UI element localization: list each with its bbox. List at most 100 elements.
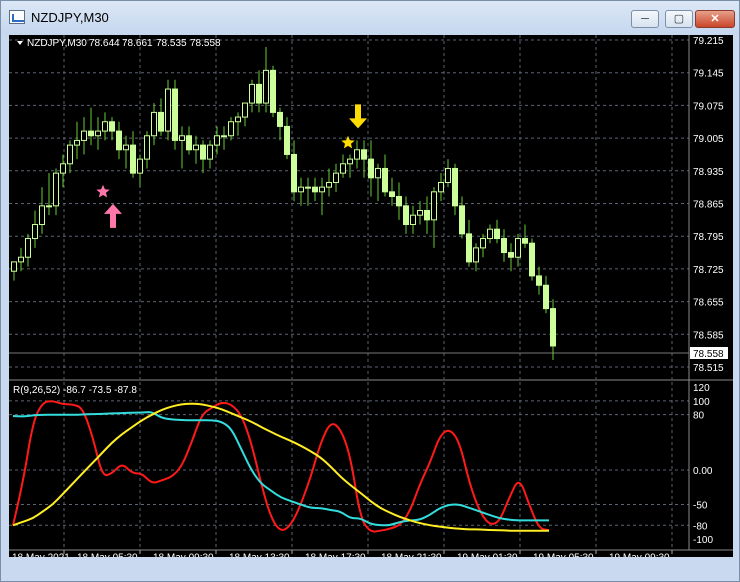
price-axis-label: 78.655 [693,298,724,309]
time-axis-label: 18 May 21:30 [381,552,442,557]
candle [382,154,388,197]
price-axis-label: 78.725 [693,265,724,276]
candle [389,177,395,206]
bull-candle-body [333,172,339,183]
candle [333,163,339,192]
chart-low: 78.535 [156,38,187,49]
candle [277,107,283,141]
bear-candle-body [403,205,409,226]
bear-candle-body [382,167,388,193]
bear-candle-body [550,308,556,347]
price-axis-label: 79.075 [693,101,724,112]
candle [179,126,185,169]
candle [256,70,262,113]
chart-close: 78.558 [190,38,221,49]
candle [228,117,234,141]
bull-candle-body [417,210,423,216]
candle [25,233,31,267]
bull-candle-body [39,205,45,226]
chart-window-icon [9,10,25,24]
bull-candle-body [18,256,24,263]
bear-candle-body [172,88,178,141]
chart-open: 78.644 [89,38,120,49]
title-bar[interactable]: NZDJPY,M30 ─ ▢ ✕ [1,1,739,35]
candle [543,275,549,314]
candle [144,131,150,169]
price-axis-label: 79.215 [693,36,724,47]
chart-svg[interactable]: NZDJPY,M30 78.644 78.661 78.535 78.558 R… [9,35,733,557]
candle [60,154,66,188]
price-axis-label: 79.005 [693,134,724,145]
bull-candle-body [193,144,199,151]
indicator-header: R(9,26,52) -86.7 -73.5 -87.8 [13,385,137,396]
candle [438,173,444,202]
bull-candle-body [221,135,227,138]
bull-candle-body [32,224,38,240]
candle [347,154,353,178]
bull-candle-body [81,130,87,141]
dropdown-triangle-icon[interactable] [17,41,23,45]
candle [88,107,94,146]
bull-candle-body [235,116,241,123]
bull-candle-body [242,102,248,118]
indicator-axis-label: 0.00 [693,466,713,477]
candle [459,196,465,239]
bull-candle-body [11,261,17,272]
candle [46,173,52,216]
bull-candle-body [375,167,381,179]
bull-candle-body [228,121,234,137]
bull-candle-body [410,214,416,226]
candle [340,154,346,178]
candle [200,140,206,174]
bull-candle-body [67,144,73,165]
bear-candle-body [494,228,500,240]
candle [312,177,318,202]
candle [424,196,430,234]
bull-candle-body [347,158,353,165]
price-axis-label: 78.585 [693,330,724,341]
buy-star-icon [96,184,110,198]
candle [109,117,115,141]
candle [137,154,143,188]
bull-candle-body [60,163,66,174]
candle [151,103,157,146]
chart-area[interactable]: NZDJPY,M30 78.644 78.661 78.535 78.558 R… [9,35,733,557]
bear-candle-body [501,238,507,254]
indicator-axis-label: -100 [693,535,713,546]
price-axis-label: 78.865 [693,200,724,211]
indicator-line-yellow [12,402,549,532]
bull-candle-body [53,172,59,207]
candle [53,168,59,216]
bull-candle-body [319,186,325,193]
bear-candle-body [508,252,514,258]
candle [494,219,500,244]
bull-candle-body [144,135,150,160]
candle [305,177,311,206]
close-button[interactable]: ✕ [695,10,735,28]
candle [207,140,213,169]
bull-candle-body [326,181,332,188]
minimize-button[interactable]: ─ [631,10,659,28]
candle [529,238,535,281]
candle [375,163,381,202]
bear-candle-body [256,83,262,104]
bear-candle-body [459,205,465,235]
price-axis-label: 78.935 [693,167,724,178]
bear-candle-body [529,242,535,277]
current-price-tag: 78.558 [690,347,728,360]
candle [361,140,367,178]
bull-candle-body [340,163,346,174]
time-axis-label: 18 May 2021 [12,552,70,557]
candle [396,182,402,220]
indicator-line-cyan [12,411,549,527]
buy-arrow-icon [104,203,122,228]
bull-candle-body [298,186,304,193]
bear-candle-body [361,149,367,160]
bear-candle-body [389,191,395,197]
chart-symbol: NZDJPY,M30 [27,38,87,49]
indicator-lines [12,400,550,533]
candle [501,229,507,262]
candle [214,126,220,155]
candle [431,187,437,248]
maximize-button[interactable]: ▢ [665,10,693,28]
